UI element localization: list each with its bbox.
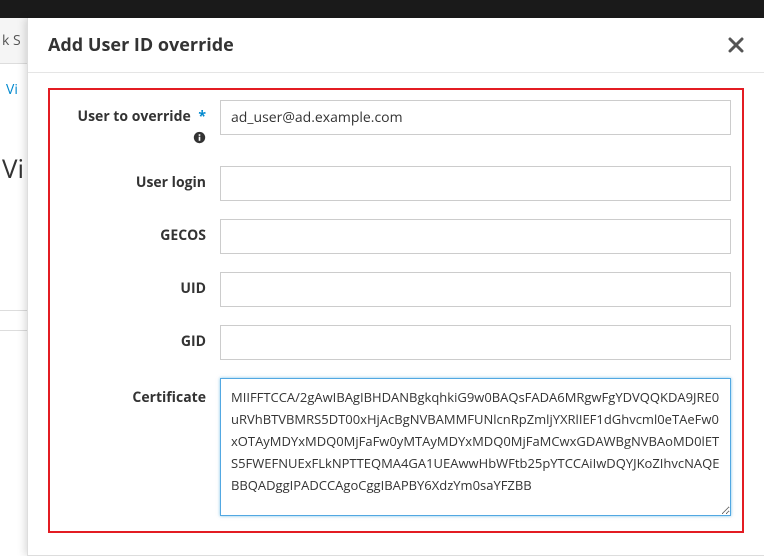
label-text-user-to-override: User to override	[78, 107, 191, 126]
uid-input[interactable]	[220, 272, 731, 307]
row-uid: UID	[55, 272, 737, 307]
modal-dialog: Add User ID override User to override *	[27, 18, 764, 556]
close-icon[interactable]	[728, 34, 744, 56]
user-to-override-input[interactable]	[220, 100, 731, 135]
label-certificate: Certificate	[55, 378, 220, 407]
certificate-textarea[interactable]	[220, 378, 731, 516]
modal-title: Add User ID override	[48, 33, 234, 57]
label-user-to-override: User to override *	[55, 100, 220, 126]
breadcrumb-fragment: k S	[0, 31, 21, 50]
top-bar	[0, 0, 764, 18]
label-gid: GID	[55, 325, 220, 351]
user-login-input[interactable]	[220, 166, 731, 201]
info-icon[interactable]	[55, 130, 220, 148]
required-asterisk: *	[198, 107, 206, 126]
bg-tab-fragment: Vi	[0, 64, 30, 114]
row-certificate: Certificate	[55, 378, 737, 521]
gecos-input[interactable]	[220, 219, 731, 254]
row-gecos: GECOS	[55, 219, 737, 254]
label-gecos: GECOS	[55, 219, 220, 245]
label-user-login: User login	[55, 166, 220, 192]
gid-input[interactable]	[220, 325, 731, 360]
label-uid: UID	[55, 272, 220, 298]
row-user-to-override: User to override *	[55, 100, 737, 148]
form-highlight-box: User to override * User login	[48, 88, 744, 533]
bg-heading-fragment: Vi	[2, 150, 24, 186]
row-gid: GID	[55, 325, 737, 360]
row-user-login: User login	[55, 166, 737, 201]
modal-body: User to override * User login	[28, 73, 764, 548]
modal-header: Add User ID override	[28, 18, 764, 73]
